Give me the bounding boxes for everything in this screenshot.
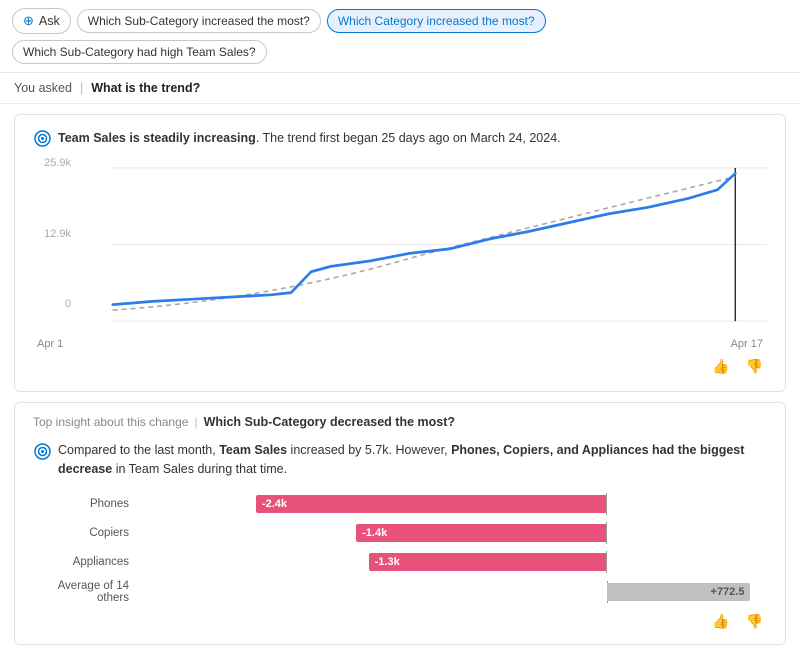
bar-row-copiers: Copiers -1.4k <box>37 522 763 544</box>
bar-container-appliances: -1.3k <box>137 551 763 573</box>
main-content: You asked | What is the trend? Team Sale… <box>0 73 800 655</box>
you-asked-question: What is the trend? <box>91 81 200 95</box>
suggestion-pill-1[interactable]: Which Category increased the most? <box>327 9 546 33</box>
target-icon <box>33 129 51 147</box>
trend-suffix: . The trend first began 25 days ago on M… <box>256 131 561 145</box>
ask-button[interactable]: ⊕ Ask <box>12 8 71 34</box>
bar-row-phones: Phones -2.4k <box>37 493 763 515</box>
bar-appliances-negative: -1.3k <box>369 553 607 571</box>
y-axis-labels: 25.9k 12.9k 0 <box>33 157 71 310</box>
trend-card: Team Sales is steadily increasing. The t… <box>14 114 786 392</box>
insight-prefix: Top insight about this change <box>33 415 188 429</box>
bar-container-phones: -2.4k <box>137 493 763 515</box>
subcategory-insight-card: Top insight about this change | Which Su… <box>14 402 786 645</box>
suggestion-pill-0[interactable]: Which Sub-Category increased the most? <box>77 9 321 33</box>
bar-row-appliances: Appliances -1.3k <box>37 551 763 573</box>
axis-line-phones <box>606 493 607 515</box>
target-icon-2 <box>33 442 51 460</box>
insight-description: Compared to the last month, Team Sales i… <box>33 441 767 479</box>
bar-label-phones: Phones <box>37 498 137 510</box>
x-label-end: Apr 17 <box>731 338 763 350</box>
app-container: ⊕ Ask Which Sub-Category increased the m… <box>0 0 800 655</box>
bar-container-average: +772.5 <box>137 581 763 603</box>
insight-thumbs-down-button[interactable]: 👎 <box>742 611 767 632</box>
desc-highlighted: Phones, Copiers, and Appliances <box>451 443 649 457</box>
line-chart-svg <box>33 157 767 332</box>
bar-phones-negative: -2.4k <box>256 495 607 513</box>
separator-2: | <box>194 415 197 429</box>
axis-line-appliances <box>606 551 607 573</box>
y-label-top: 25.9k <box>33 157 71 169</box>
trend-chart: 25.9k 12.9k 0 <box>33 157 767 332</box>
insight-thumbs-up-icon: 👍 <box>712 613 729 629</box>
trend-text: Team Sales is steadily increasing. The t… <box>58 131 561 145</box>
bar-copiers-value: -1.4k <box>356 527 387 539</box>
insight-thumbs-down-icon: 👎 <box>746 613 763 629</box>
x-label-start: Apr 1 <box>37 338 63 350</box>
thumbs-up-icon: 👍 <box>712 358 729 374</box>
trend-thumb-row: 👍 👎 <box>33 356 767 377</box>
thumbs-up-button[interactable]: 👍 <box>708 356 733 377</box>
insight-section-header: Top insight about this change | Which Su… <box>33 415 767 429</box>
bar-phones-value: -2.4k <box>256 498 287 510</box>
trend-insight-header: Team Sales is steadily increasing. The t… <box>33 129 767 147</box>
you-asked-bar: You asked | What is the trend? <box>0 73 800 104</box>
bar-copiers-negative: -1.4k <box>356 524 606 542</box>
insight-thumb-row: 👍 👎 <box>33 611 767 632</box>
bar-container-copiers: -1.4k <box>137 522 763 544</box>
thumbs-down-icon: 👎 <box>746 358 763 374</box>
subcategory-bar-chart: Phones -2.4k Cop <box>37 493 763 604</box>
axis-line-copiers <box>606 522 607 544</box>
insight-thumbs-up-button[interactable]: 👍 <box>708 611 733 632</box>
bar-row-average: Average of 14 others +772.5 <box>37 580 763 604</box>
bar-label-copiers: Copiers <box>37 527 137 539</box>
desc-suffix: in Team Sales during that time. <box>112 462 287 476</box>
bar-label-average: Average of 14 others <box>37 580 137 604</box>
toolbar: ⊕ Ask Which Sub-Category increased the m… <box>0 0 800 73</box>
trend-metric: Team Sales <box>58 131 126 145</box>
ask-label: Ask <box>39 14 60 28</box>
bar-appliances-value: -1.3k <box>369 556 400 568</box>
separator-1: | <box>80 81 83 95</box>
insight-desc-text: Compared to the last month, Team Sales i… <box>58 441 767 479</box>
thumbs-down-button[interactable]: 👎 <box>742 356 767 377</box>
insight-header-question: Which Sub-Category decreased the most? <box>204 415 455 429</box>
y-label-mid: 12.9k <box>33 228 71 240</box>
sparkle-icon: ⊕ <box>23 13 34 29</box>
trend-verb-text: is steadily increasing <box>129 131 255 145</box>
desc-metric: Team Sales <box>219 443 287 457</box>
bar-label-appliances: Appliances <box>37 556 137 568</box>
desc-change: increased by 5.7k. However, <box>287 443 451 457</box>
y-label-bottom: 0 <box>33 298 71 310</box>
suggestion-pill-2[interactable]: Which Sub-Category had high Team Sales? <box>12 40 267 64</box>
x-axis-labels: Apr 1 Apr 17 <box>33 338 767 350</box>
bar-average-positive: +772.5 <box>607 583 751 601</box>
bar-average-value: +772.5 <box>711 586 751 598</box>
desc-prefix: Compared to the last month, <box>58 443 219 457</box>
you-asked-prefix: You asked <box>14 81 72 95</box>
